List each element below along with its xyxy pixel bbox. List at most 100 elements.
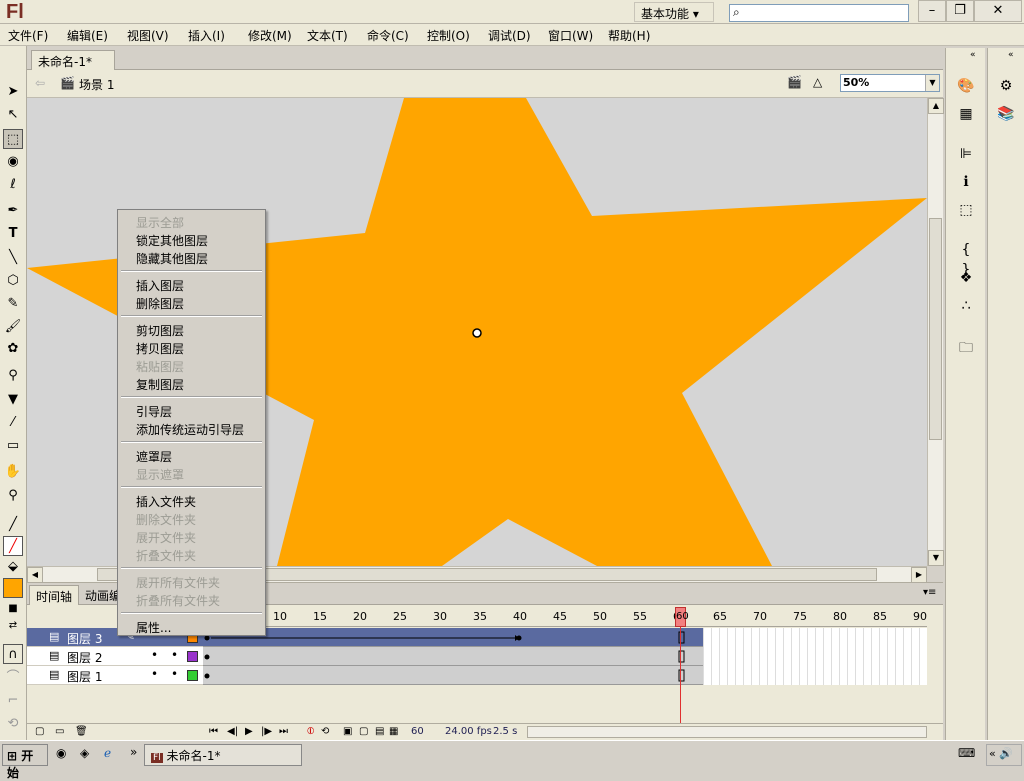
chevron-down-icon[interactable]: ▼ <box>925 75 939 91</box>
polygon-tool-icon[interactable]: ⬡ <box>3 271 23 291</box>
app-icon[interactable]: ◈ <box>80 746 89 760</box>
layer-name[interactable]: 图层 3 <box>67 630 102 647</box>
subselection-tool-icon[interactable]: ↖ <box>3 105 23 125</box>
step-forward-icon[interactable]: |▶ <box>261 726 272 737</box>
brush-tool-icon[interactable]: 🖌 <box>3 317 23 337</box>
menu-guide[interactable]: 引导层 <box>136 403 172 420</box>
transform-panel-icon[interactable]: ⬚ <box>956 200 976 220</box>
fps-field[interactable]: 24.00 fps <box>445 726 492 737</box>
project-panel-icon[interactable]: 🗀 <box>956 338 976 358</box>
straighten-option-icon[interactable]: ⌐ <box>3 691 23 711</box>
layer-outline-color[interactable] <box>187 651 198 662</box>
components-panel-icon[interactable]: ❖ <box>956 268 976 288</box>
swap-colors-icon[interactable]: ⇄ <box>3 616 23 636</box>
menu-duplicate-layer[interactable]: 复制图层 <box>136 376 184 393</box>
loop-icon[interactable]: ⟲ <box>321 726 329 737</box>
collapse-icon[interactable]: « <box>1008 50 1014 60</box>
menu-cut-layer[interactable]: 剪切图层 <box>136 322 184 339</box>
onion-markers-icon[interactable]: ▦ <box>389 726 398 737</box>
center-frame-icon[interactable]: ⦶ <box>307 726 314 737</box>
eyedropper-tool-icon[interactable]: ⁄ <box>3 413 23 433</box>
scroll-left-icon[interactable]: ◀ <box>27 567 43 583</box>
playhead[interactable]: 60 <box>675 607 689 627</box>
zoom-select[interactable]: 50% ▼ <box>840 74 940 92</box>
vertical-scrollbar[interactable]: ▲ ▼ <box>927 98 944 566</box>
back-arrow-icon[interactable]: ⇦ <box>35 76 45 90</box>
free-transform-tool-icon[interactable]: ⬚ <box>3 129 23 149</box>
empty-frames[interactable] <box>703 628 927 647</box>
layer-name[interactable]: 图层 2 <box>67 649 102 666</box>
smooth-option-icon[interactable]: ⌒ <box>3 668 23 688</box>
workspace-switcher[interactable]: 基本功能 ▾ <box>634 2 714 22</box>
menu-modify[interactable]: 修改(M) <box>248 27 292 44</box>
frame-span[interactable] <box>203 647 703 666</box>
edit-multiple-icon[interactable]: ▤ <box>375 726 384 737</box>
color-panel-icon[interactable]: 🎨 <box>956 76 976 96</box>
menu-insert-layer[interactable]: 插入图层 <box>136 277 184 294</box>
onion-skin-icon[interactable]: ▣ <box>343 726 352 737</box>
stroke-color-icon[interactable]: ╱ <box>3 515 23 535</box>
close-button[interactable]: ✕ <box>974 0 1022 22</box>
motion-presets-icon[interactable]: ∴ <box>956 296 976 316</box>
menu-edit[interactable]: 编辑(E) <box>67 27 108 44</box>
selection-tool-icon[interactable]: ➤ <box>3 82 23 102</box>
scroll-up-icon[interactable]: ▲ <box>928 98 944 114</box>
3d-rotation-tool-icon[interactable]: ◉ <box>3 152 23 172</box>
zoom-tool-icon[interactable]: ⚲ <box>3 486 23 506</box>
properties-panel-icon[interactable]: ⚙ <box>996 76 1016 96</box>
tab-timeline[interactable]: 时间轴 <box>29 585 80 605</box>
frame-ruler[interactable]: 10 15 20 25 30 35 40 45 50 55 60 65 70 7… <box>203 607 927 627</box>
scene-label[interactable]: 场景 1 <box>79 76 114 93</box>
transform-point[interactable] <box>472 328 482 338</box>
deco-tool-icon[interactable]: ✿ <box>3 339 23 359</box>
line-tool-icon[interactable]: ╲ <box>3 248 23 268</box>
pen-tool-icon[interactable]: ✒ <box>3 201 23 221</box>
hand-tool-icon[interactable]: ✋ <box>3 462 23 482</box>
menu-help[interactable]: 帮助(H) <box>608 27 650 44</box>
menu-view[interactable]: 视图(V) <box>127 27 169 44</box>
restore-button[interactable]: ❐ <box>946 0 974 22</box>
menu-insert[interactable]: 插入(I) <box>188 27 225 44</box>
menu-control[interactable]: 控制(O) <box>427 27 470 44</box>
menu-file[interactable]: 文件(F) <box>8 27 48 44</box>
collapse-icon[interactable]: « <box>970 50 976 60</box>
fill-color-swatch[interactable] <box>3 578 23 598</box>
ie-icon[interactable]: ℯ <box>104 746 111 760</box>
vertical-scroll-thumb[interactable] <box>929 218 942 440</box>
play-icon[interactable]: ▶ <box>245 726 253 737</box>
keyboard-icon[interactable]: ⌨ <box>958 746 975 760</box>
new-layer-icon[interactable]: ▢ <box>35 726 44 737</box>
edit-symbols-icon[interactable]: △ <box>813 75 822 89</box>
paint-bucket-tool-icon[interactable]: ▼ <box>3 390 23 410</box>
menu-copy-layer[interactable]: 拷贝图层 <box>136 340 184 357</box>
menu-hide-others[interactable]: 隐藏其他图层 <box>136 250 208 267</box>
stroke-color-swatch[interactable]: ╱ <box>3 536 23 556</box>
menu-commands[interactable]: 命令(C) <box>367 27 409 44</box>
empty-frames[interactable] <box>703 647 927 666</box>
menu-debug[interactable]: 调试(D) <box>488 27 531 44</box>
info-panel-icon[interactable]: ℹ <box>956 172 976 192</box>
bone-tool-icon[interactable]: ⚲ <box>3 366 23 386</box>
frame-span[interactable] <box>203 628 703 647</box>
actions-panel-icon[interactable]: { } <box>956 240 976 278</box>
system-tray[interactable]: « 🔊 <box>986 744 1022 766</box>
timeline-hscroll[interactable] <box>527 726 927 738</box>
lock-dot[interactable]: • <box>171 648 178 662</box>
empty-frames[interactable] <box>703 666 927 685</box>
taskbar-window-button[interactable]: Fl 未命名-1* <box>144 744 302 766</box>
volume-icon[interactable]: 🔊 <box>999 747 1013 760</box>
fill-color-icon[interactable]: ⬙ <box>3 557 23 577</box>
eraser-tool-icon[interactable]: ▭ <box>3 436 23 456</box>
layer-row[interactable]: ▤ 图层 1 • • <box>27 666 203 685</box>
rotate-option-icon[interactable]: ⟲ <box>3 714 23 734</box>
layer-outline-color[interactable] <box>187 670 198 681</box>
step-back-icon[interactable]: ◀| <box>227 726 238 737</box>
document-tab[interactable]: 未命名-1* × <box>31 50 115 84</box>
new-folder-icon[interactable]: ▭ <box>55 726 64 737</box>
onion-outline-icon[interactable]: ▢ <box>359 726 368 737</box>
help-search-input[interactable]: ⌕ <box>729 4 909 22</box>
pencil-tool-icon[interactable]: ✎ <box>3 294 23 314</box>
scroll-right-icon[interactable]: ▶ <box>911 567 927 583</box>
lasso-tool-icon[interactable]: ℓ <box>3 175 23 195</box>
menu-properties[interactable]: 属性... <box>136 619 171 636</box>
